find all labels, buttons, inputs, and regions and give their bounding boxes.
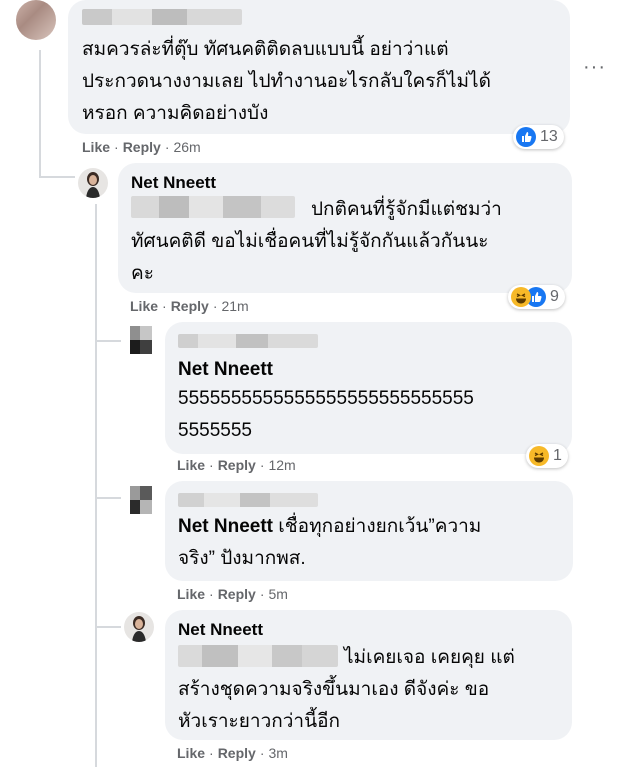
comment-actions: Like · Reply · 26m	[82, 139, 201, 155]
reaction-count: 1	[553, 447, 562, 464]
comment-actions: Like · Reply · 5m	[177, 586, 288, 602]
comment-text: สมควรล่ะที่ตุ๊บ ทัศนคติติดลบแบบนี้ อย่าว…	[82, 39, 491, 124]
comment-author[interactable]: Net Nneett	[178, 620, 263, 640]
reaction-count: 13	[540, 128, 558, 145]
reply-button[interactable]: Reply	[171, 298, 209, 314]
avatar[interactable]	[78, 168, 108, 198]
redacted-name	[178, 493, 318, 507]
avatar[interactable]	[124, 482, 160, 518]
like-button[interactable]: Like	[177, 586, 205, 602]
like-button[interactable]: Like	[177, 457, 205, 473]
avatar[interactable]	[124, 612, 154, 642]
avatar[interactable]	[16, 0, 56, 40]
haha-icon	[529, 446, 549, 466]
comment-actions: Like · Reply · 21m	[130, 298, 249, 314]
timestamp[interactable]: 21m	[221, 298, 248, 314]
like-button[interactable]: Like	[82, 139, 110, 155]
more-options-icon[interactable]: ···	[583, 56, 606, 79]
comment-text: Net Nneett เชื่อทุกอย่างยกเว้น”ความ จริง…	[178, 516, 482, 569]
like-icon	[516, 127, 536, 147]
comment-text: ปกติคนที่รู้จักมีแต่ชมว่า ทัศนคติดี ขอไม…	[131, 199, 502, 284]
timestamp[interactable]: 12m	[268, 457, 295, 473]
reply-button[interactable]: Reply	[218, 586, 256, 602]
redacted-name	[82, 9, 242, 25]
timestamp[interactable]: 5m	[268, 586, 287, 602]
comment-actions: Like · Reply · 12m	[177, 457, 296, 473]
reply-button[interactable]: Reply	[218, 745, 256, 761]
reply-thread-line	[95, 204, 97, 767]
comment-text: ไม่เคยเจอ เคยคุย แต่ สร้างชุดความจริงขึ้…	[178, 647, 515, 732]
thread-line-curve	[39, 176, 75, 178]
haha-icon	[511, 287, 531, 307]
reaction-summary[interactable]: 9	[508, 285, 565, 309]
timestamp[interactable]: 3m	[268, 745, 287, 761]
reply-branch	[95, 340, 121, 342]
reply-branch	[95, 497, 121, 499]
reaction-count: 9	[550, 288, 559, 305]
comment-actions: Like · Reply · 3m	[177, 745, 288, 761]
thread-line	[39, 50, 41, 178]
comment-author[interactable]: Net Nneett	[178, 516, 273, 537]
like-button[interactable]: Like	[130, 298, 158, 314]
reply-branch	[95, 626, 121, 628]
avatar[interactable]	[124, 322, 160, 358]
reply-button[interactable]: Reply	[123, 139, 161, 155]
timestamp[interactable]: 26m	[173, 139, 200, 155]
comment-author[interactable]: Net Nneett	[178, 359, 273, 381]
comment-text: 5555555555555555555555555555 5555555	[178, 388, 474, 441]
like-button[interactable]: Like	[177, 745, 205, 761]
redacted-name	[178, 334, 318, 348]
reaction-summary[interactable]: 1	[526, 444, 568, 468]
reply-button[interactable]: Reply	[218, 457, 256, 473]
comment-author[interactable]: Net Nneett	[131, 173, 216, 193]
reaction-summary[interactable]: 13	[513, 125, 564, 149]
